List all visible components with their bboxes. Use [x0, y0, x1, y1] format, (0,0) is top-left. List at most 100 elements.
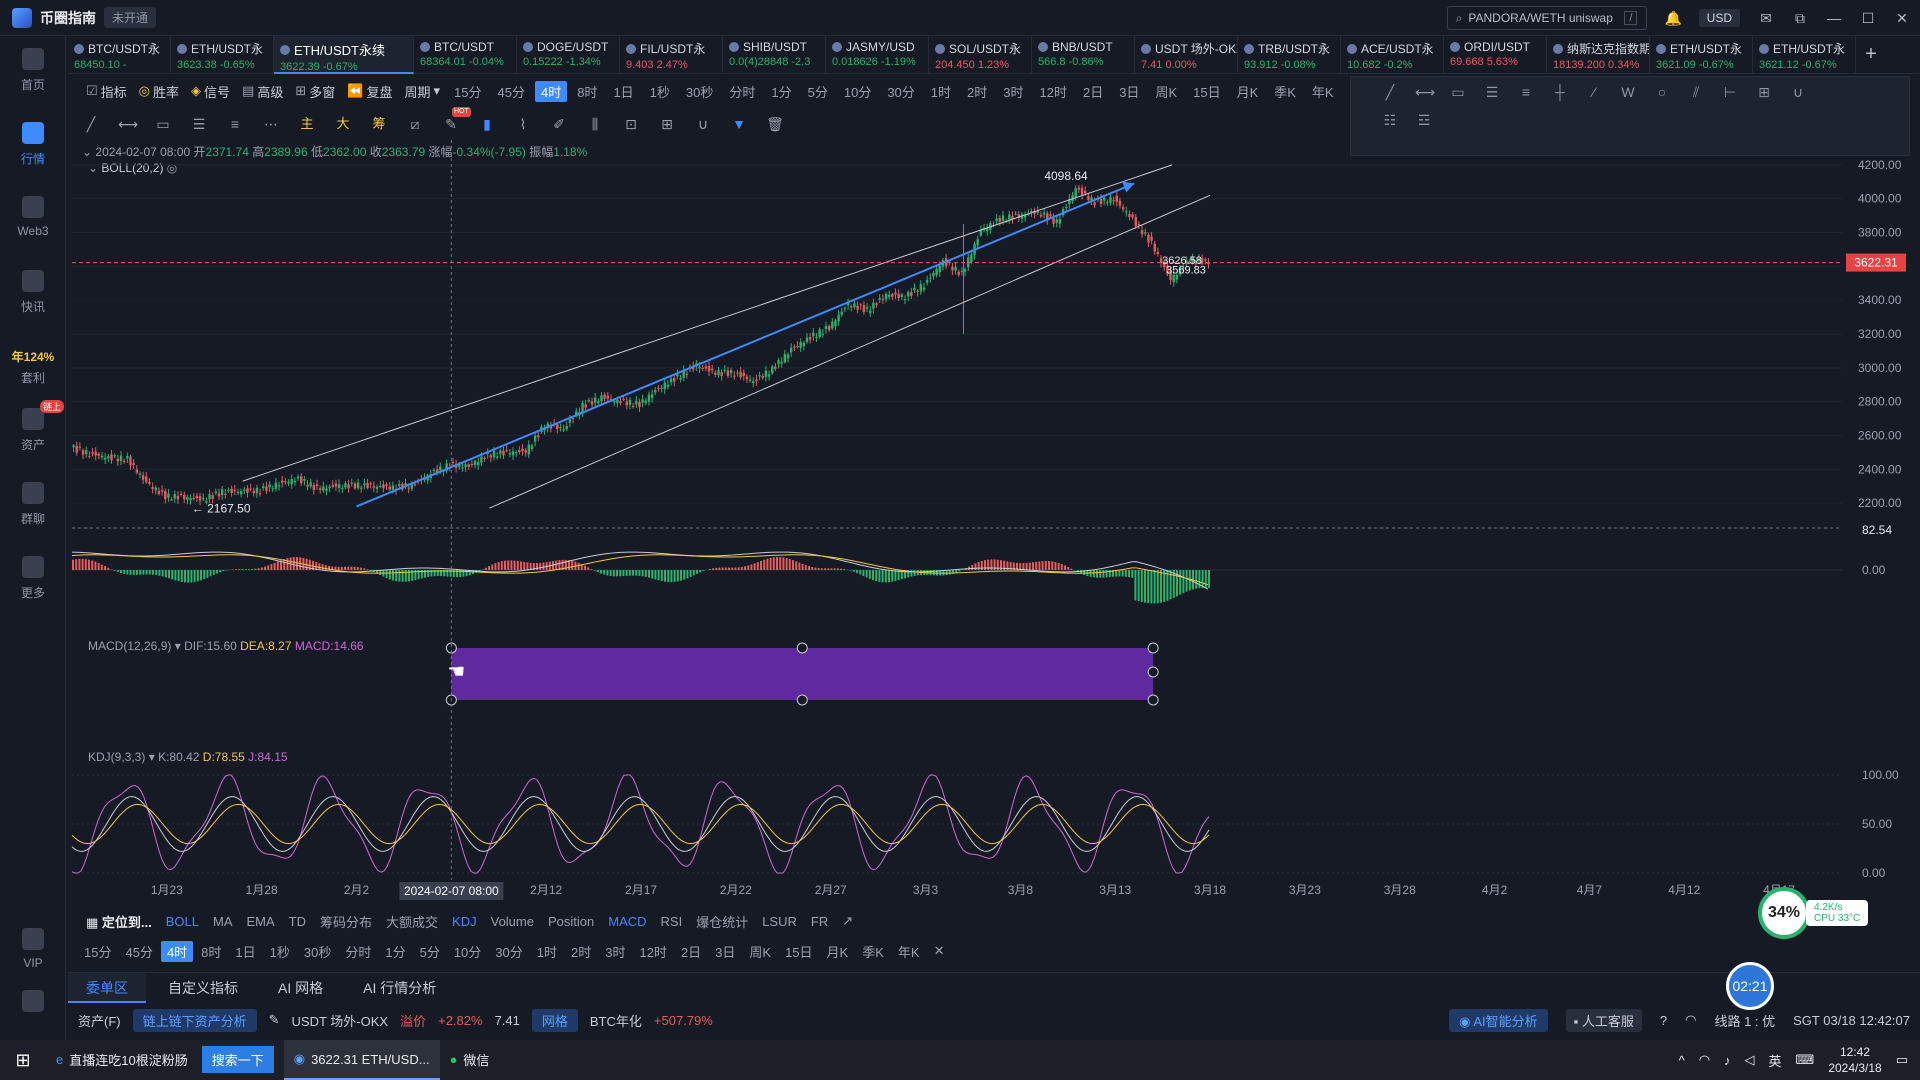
period-option[interactable]: 周K [1149, 81, 1183, 102]
symbol-tab[interactable]: BTC/USDT 68364.01 -0.04% [414, 36, 517, 74]
taskbar-clock[interactable]: 12:42 2024/3/18 [1828, 1044, 1881, 1076]
period-option[interactable]: 1秒 [264, 941, 296, 962]
more-tools-icon[interactable]: ⋯ [262, 115, 280, 133]
period-option[interactable]: 2时 [961, 81, 993, 102]
bottom-tab[interactable]: AI 网格 [260, 973, 341, 1003]
indicator-option[interactable]: LSUR [762, 914, 797, 929]
price-chart[interactable]: 4200.004000.003800.003600.003400.003200.… [0, 140, 1920, 900]
note-icon[interactable]: ⊞ [658, 115, 676, 133]
period-option[interactable]: 15日 [779, 941, 818, 962]
indicator-option[interactable]: MA [213, 914, 233, 929]
lock-icon[interactable]: ⊡ [622, 115, 640, 133]
symbol-tab[interactable]: SHIB/USDT 0.0(4)28848 -2.3 [723, 36, 826, 74]
period-option[interactable]: 月K [1231, 81, 1265, 102]
period-option[interactable]: 分时 [723, 81, 761, 102]
customer-service-button[interactable]: ▪ 人工客服 [1565, 1008, 1642, 1032]
period-option[interactable]: 1时 [925, 81, 957, 102]
period-option[interactable]: 10分 [838, 81, 877, 102]
edit-icon[interactable]: ✎ [269, 1012, 280, 1028]
trendline-tool-icon[interactable]: ╱ [82, 115, 100, 133]
indicator-option[interactable]: TD [289, 914, 306, 929]
line-label[interactable]: 线路 1 : 优 [1714, 1011, 1775, 1030]
notification-icon[interactable]: ▭ [1896, 1052, 1908, 1068]
symbol-tab[interactable]: BNB/USDT 566.8 -0.86% [1032, 36, 1135, 74]
period-option[interactable]: 1秒 [644, 81, 676, 102]
compare-icon[interactable]: ⧄ [406, 115, 424, 133]
otc-label[interactable]: USDT 场外-OKX [292, 1011, 389, 1030]
pitchfork-tool-icon[interactable]: ⫽ [1687, 83, 1705, 101]
symbol-tab[interactable]: ORDI/USDT 69.668 5.63% [1444, 36, 1547, 74]
period-option[interactable]: 4时 [160, 940, 194, 962]
indicator-option[interactable]: 筹码分布 [320, 912, 372, 931]
channel-tool-icon[interactable]: ☰ [1483, 83, 1501, 101]
period-option[interactable]: 8时 [571, 81, 603, 102]
maximize-icon[interactable]: ☐ [1860, 10, 1876, 26]
keyboard-icon[interactable]: ⌨ [1796, 1052, 1815, 1068]
close-icon[interactable]: ✕ [1894, 10, 1910, 26]
symbol-tab[interactable]: FIL/USDT永 9.403 2.47% [620, 36, 723, 74]
global-search[interactable]: ⌕ / [1446, 6, 1647, 30]
period-option[interactable]: 季K [1268, 81, 1302, 102]
period-option[interactable]: 周K [743, 941, 777, 962]
settings-lines-icon[interactable]: ☷ [1381, 111, 1399, 129]
magnet-icon[interactable]: ∪ [694, 115, 712, 133]
period-option[interactable]: 季K [856, 941, 890, 962]
rect-tool-icon[interactable]: ▭ [154, 115, 172, 133]
indicator-option[interactable]: 大额成交 [386, 912, 438, 931]
close-icon[interactable]: ✕ [928, 942, 951, 960]
help-icon[interactable]: ? [1660, 1013, 1667, 1028]
circle-tool-icon[interactable]: ○ [1653, 83, 1671, 101]
period-option[interactable]: 2日 [675, 941, 707, 962]
cross-tool-icon[interactable]: ┼ [1551, 83, 1569, 101]
symbol-tab[interactable]: 纳斯达克指数期 18139.200 0.34% [1547, 36, 1650, 74]
symbol-tab[interactable]: ETH/USDT永 3621.12 -0.67% [1753, 36, 1856, 74]
indicator-option[interactable]: Volume [491, 914, 534, 929]
period-option[interactable]: 2日 [1077, 81, 1109, 102]
ray-tool-icon[interactable]: ╱ [1381, 83, 1399, 101]
symbol-tab[interactable]: ETH/USDT永续 3622.39 -0.67% [274, 36, 414, 74]
grid-button[interactable]: 网格 [531, 1008, 578, 1032]
toolbar-item-2[interactable]: ◈ 信号 [187, 82, 234, 101]
segment-tool-icon[interactable]: ⟷ [1415, 83, 1435, 101]
toolbar-item-6[interactable]: 周期 ▾ [400, 82, 444, 101]
toolbar-item-0[interactable]: ☑ 指标 [82, 82, 131, 101]
levels-tool-icon[interactable]: ≡ [1517, 83, 1535, 101]
period-option[interactable]: 15分 [78, 941, 117, 962]
period-option[interactable]: 30分 [881, 81, 920, 102]
hline-tool-icon[interactable]: ⟷ [118, 115, 138, 133]
period-option[interactable]: 10分 [448, 941, 487, 962]
asset-analysis-button[interactable]: 链上链下资产分析 [132, 1008, 257, 1032]
period-option[interactable]: 12时 [1034, 81, 1073, 102]
timer-bubble[interactable]: 02:21 [1726, 962, 1774, 1010]
bottom-tab[interactable]: AI 行情分析 [345, 973, 454, 1003]
indicator-option[interactable]: KDJ [452, 914, 477, 929]
filter-icon[interactable]: ▼ [730, 115, 748, 133]
assets-label[interactable]: 资产(F) [78, 1011, 121, 1030]
indicator-option[interactable]: 爆仓统计 [696, 912, 748, 931]
bottom-tab[interactable]: 委单区 [68, 972, 146, 1003]
symbol-tab[interactable]: BTC/USDT永 68450.10 - [68, 36, 171, 74]
period-option[interactable]: 30秒 [298, 941, 337, 962]
fib-tool-icon[interactable]: ≡ [226, 115, 244, 133]
indicator-option[interactable]: BOLL [166, 914, 199, 929]
period-option[interactable]: 1时 [531, 941, 563, 962]
bell-icon[interactable]: 🔔 [1665, 10, 1682, 26]
add-tab-icon[interactable]: + [1856, 36, 1886, 74]
period-option[interactable]: 2时 [565, 941, 597, 962]
symbol-tab[interactable]: ETH/USDT永 3623.38 -0.65% [171, 36, 274, 74]
period-option[interactable]: 30分 [489, 941, 528, 962]
arc-tool-icon[interactable]: ∪ [1789, 83, 1807, 101]
period-option[interactable]: 5分 [802, 81, 834, 102]
app-taskbar-item[interactable]: ◉ 3622.31 ETH/USD... [283, 1040, 440, 1080]
period-option[interactable]: 分时 [339, 941, 377, 962]
toolbar-item-5[interactable]: ⏪ 复盘 [343, 82, 396, 101]
layers-icon[interactable]: ☲ [1415, 111, 1433, 129]
symbol-tab[interactable]: TRB/USDT永 93.912 -0.08% [1238, 36, 1341, 74]
symbol-tab[interactable]: SOL/USDT永 204.450 1.23% [929, 36, 1032, 74]
indicator-option[interactable]: Position [548, 914, 594, 929]
symbol-tab[interactable]: JASMY/USD 0.018626 -1.19% [826, 36, 929, 74]
hot-tool-icon[interactable]: ✎ HOT [442, 107, 471, 133]
measure-tool-icon[interactable]: ⊢ [1721, 83, 1739, 101]
mic-icon[interactable]: ♪ [1724, 1053, 1731, 1068]
period-option[interactable]: 5分 [414, 941, 446, 962]
